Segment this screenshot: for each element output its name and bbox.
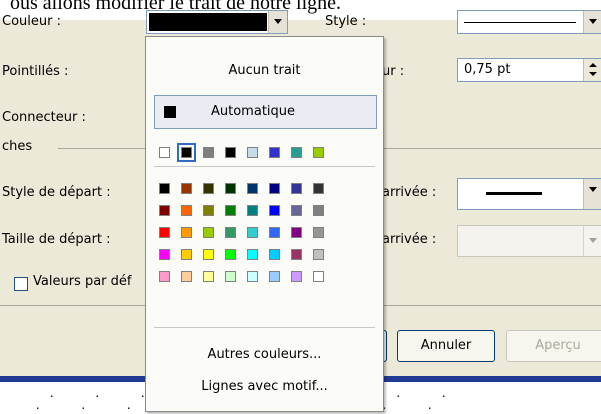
color-swatch[interactable] (181, 183, 192, 194)
chevron-down-icon (583, 226, 601, 256)
color-swatch[interactable] (313, 227, 324, 238)
color-swatch[interactable] (159, 271, 170, 282)
color-swatch[interactable] (181, 205, 192, 216)
solid-line-icon (464, 22, 576, 23)
style-label: Style : (325, 14, 367, 29)
automatic-label: Automatique (211, 104, 296, 119)
no-line-option[interactable]: Aucun trait (146, 63, 383, 78)
color-swatch[interactable] (159, 249, 170, 260)
color-swatch[interactable] (313, 205, 324, 216)
color-swatch[interactable] (313, 249, 324, 260)
chevron-down-icon[interactable] (583, 179, 601, 209)
color-swatch[interactable] (181, 249, 192, 260)
color-palette-popup: Aucun trait Automatique Autres couleurs.… (145, 36, 384, 412)
palette-separator (154, 327, 375, 328)
color-swatch[interactable] (203, 249, 214, 260)
cancel-button[interactable]: Annuler (397, 330, 495, 362)
color-swatch[interactable] (203, 183, 214, 194)
more-colors-option[interactable]: Autres couleurs... (146, 347, 383, 362)
color-swatch[interactable] (159, 147, 170, 158)
color-swatch[interactable] (247, 205, 258, 216)
style-dropdown[interactable] (457, 10, 601, 34)
color-swatch[interactable] (291, 271, 302, 282)
color-swatch[interactable] (291, 227, 302, 238)
color-swatch[interactable] (291, 147, 302, 158)
color-swatch[interactable] (291, 249, 302, 260)
chevron-down-icon[interactable] (268, 11, 287, 33)
line-end-icon (486, 192, 542, 195)
color-swatch[interactable] (159, 183, 170, 194)
spinner-buttons[interactable] (583, 59, 601, 81)
color-swatch[interactable] (225, 271, 236, 282)
end-size-dropdown[interactable] (457, 225, 601, 257)
bottom-divider (0, 305, 145, 306)
color-swatch[interactable] (181, 271, 192, 282)
color-swatch[interactable] (203, 205, 214, 216)
dashes-label: Pointillés : (2, 64, 69, 79)
color-label: Couleur : (2, 14, 61, 29)
automatic-swatch (164, 106, 176, 118)
spin-down-icon[interactable] (589, 72, 597, 76)
end-size-label: arrivée : (382, 232, 437, 247)
color-swatch[interactable] (313, 147, 324, 158)
color-swatch[interactable] (269, 147, 280, 158)
color-swatch[interactable] (313, 183, 324, 194)
color-swatch[interactable] (247, 183, 258, 194)
selected-color-swatch (149, 13, 267, 31)
color-dropdown[interactable] (146, 10, 288, 34)
color-swatch[interactable] (313, 271, 324, 282)
patterned-lines-option[interactable]: Lignes avec motif... (146, 379, 383, 394)
connector-label: Connecteur : (2, 110, 86, 125)
color-swatch[interactable] (247, 227, 258, 238)
color-swatch[interactable] (225, 249, 236, 260)
color-swatch[interactable] (203, 147, 214, 158)
color-swatch[interactable] (203, 271, 214, 282)
start-size-label: Taille de départ : (2, 232, 111, 247)
defaults-checkbox[interactable] (14, 277, 28, 291)
color-swatch[interactable] (291, 183, 302, 194)
color-swatch[interactable] (225, 227, 236, 238)
color-swatch[interactable] (247, 271, 258, 282)
color-swatch[interactable] (177, 143, 196, 162)
automatic-option[interactable]: Automatique (154, 95, 377, 129)
color-swatch[interactable] (181, 227, 192, 238)
color-swatch[interactable] (291, 205, 302, 216)
color-swatch[interactable] (269, 183, 280, 194)
color-swatch[interactable] (247, 249, 258, 260)
weight-label: ur : (382, 64, 405, 79)
spin-up-icon[interactable] (589, 63, 597, 67)
section-divider (382, 148, 601, 149)
arrows-section-label: ches (2, 139, 33, 154)
defaults-label: Valeurs par déf (33, 274, 132, 289)
bottom-divider (382, 305, 601, 306)
color-swatch[interactable] (225, 147, 236, 158)
color-swatch[interactable] (269, 249, 280, 260)
recent-colors-row (146, 141, 383, 165)
color-swatch[interactable] (159, 227, 170, 238)
preview-button[interactable]: Aperçu (506, 330, 601, 362)
color-grid (146, 173, 383, 293)
end-style-dropdown[interactable] (457, 178, 601, 210)
color-swatch[interactable] (269, 271, 280, 282)
color-swatch[interactable] (159, 205, 170, 216)
chevron-down-icon[interactable] (583, 11, 601, 33)
end-style-label: arrivée : (382, 185, 437, 200)
color-swatch[interactable] (225, 205, 236, 216)
palette-separator (154, 166, 375, 167)
weight-value[interactable]: 0,75 pt (464, 62, 510, 77)
color-swatch[interactable] (203, 227, 214, 238)
color-swatch[interactable] (225, 183, 236, 194)
section-divider (58, 148, 145, 149)
start-style-label: Style de départ : (2, 185, 111, 200)
weight-spinner[interactable]: 0,75 pt (457, 58, 601, 82)
color-swatch[interactable] (247, 147, 258, 158)
color-swatch[interactable] (269, 205, 280, 216)
color-swatch[interactable] (269, 227, 280, 238)
